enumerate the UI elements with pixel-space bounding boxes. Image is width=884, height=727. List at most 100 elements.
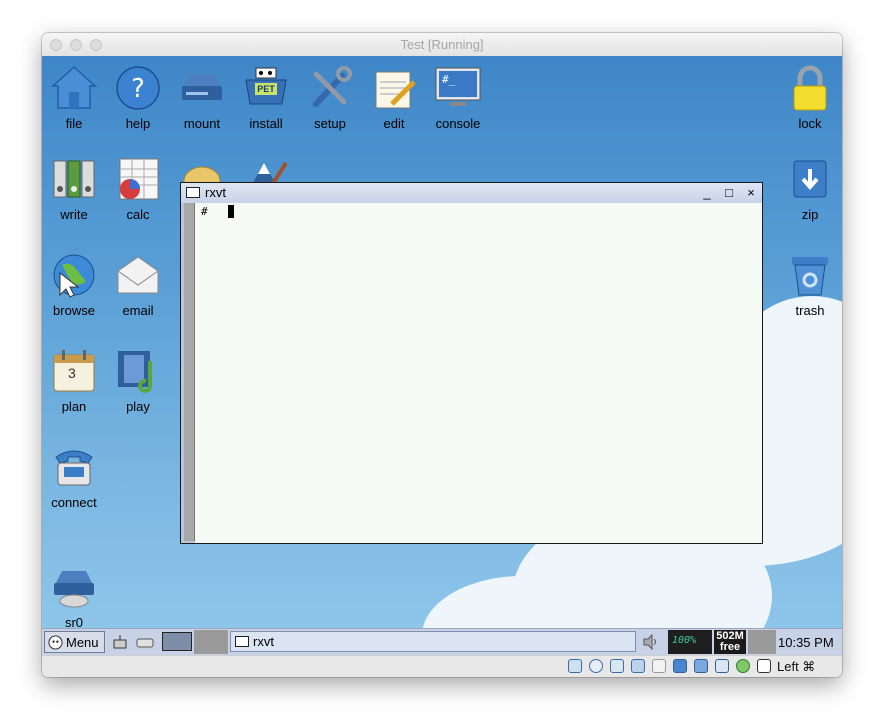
desktop-icon-help[interactable]: ? help — [106, 64, 170, 131]
envelope-icon — [114, 251, 162, 299]
desktop-icon-console[interactable]: #_ console — [426, 64, 490, 131]
desktop-icon-label: connect — [51, 495, 97, 510]
vm-status-bar: Left ⌘ — [42, 655, 842, 677]
desktop-icon-plan[interactable]: 3 plan — [42, 347, 106, 414]
desktop-icon-label: console — [435, 116, 481, 131]
rxvt-terminal-window[interactable]: rxvt _ □ × # — [180, 182, 763, 544]
cdrom-icon — [50, 563, 98, 611]
desktop-icon-label: setup — [314, 116, 346, 131]
desktop-icon-label: edit — [383, 116, 405, 131]
taskbar: Menu rxvt 100% 502M free 10:35 PM — [42, 628, 842, 656]
desktop-icon-label: play — [126, 399, 150, 414]
cpu-icon[interactable] — [715, 659, 729, 673]
menu-button[interactable]: Menu — [44, 631, 105, 653]
desktop-icon-play[interactable]: play — [106, 347, 170, 414]
terminal-icon — [235, 636, 249, 647]
desktop-icon-zip[interactable]: zip — [778, 155, 842, 222]
desktop-icon-email[interactable]: email — [106, 251, 170, 318]
desktop-icon-write[interactable]: write — [42, 155, 106, 222]
desktop-icon-label: sr0 — [64, 615, 84, 628]
desktop-icon-label: install — [249, 116, 283, 131]
terminal-titlebar[interactable]: rxvt _ □ × — [181, 183, 762, 203]
desktop-icon-label: browse — [53, 303, 95, 318]
network-icon[interactable] — [610, 659, 624, 673]
console-screen-text: #_ — [442, 73, 456, 86]
desktop-icon-edit[interactable]: edit — [362, 64, 426, 131]
desktop[interactable]: file ? help mount PET install setup edit… — [42, 56, 842, 628]
workspace-2[interactable] — [194, 630, 228, 654]
notepad-icon — [370, 64, 418, 112]
calendar-day: 3 — [68, 365, 76, 381]
desktop-icon-connect[interactable]: connect — [42, 443, 106, 510]
spreadsheet-icon — [114, 155, 162, 203]
desktop-icon-mount[interactable]: mount — [170, 64, 234, 131]
battery-indicator: 100% — [668, 630, 712, 654]
binders-icon — [50, 155, 98, 203]
globe-icon — [50, 251, 98, 299]
svg-text:?: ? — [131, 74, 145, 104]
desktop-icon-label: calc — [126, 207, 150, 222]
desktop-icon-label: file — [65, 116, 83, 131]
desktop-icon-trash[interactable]: trash — [778, 251, 842, 318]
desktop-icon-install[interactable]: PET install — [234, 64, 298, 131]
pet-badge: PET — [255, 83, 277, 95]
house-icon — [50, 64, 98, 112]
media-icon — [114, 347, 162, 395]
volume-icon[interactable] — [642, 633, 660, 651]
shared-folders-icon[interactable] — [652, 659, 666, 673]
tools-icon — [306, 64, 354, 112]
drive-icon — [178, 64, 226, 112]
desktop-icon-sr0[interactable]: sr0 — [42, 563, 106, 628]
taskbar-item-rxvt[interactable]: rxvt — [230, 631, 636, 652]
window-title: Test [Running] — [400, 37, 484, 52]
maximize-button[interactable]: □ — [720, 184, 738, 202]
desktop-icon-label: zip — [801, 207, 819, 222]
drive-tray-icon[interactable] — [136, 636, 154, 648]
monitor-icon: #_ — [434, 64, 482, 112]
virtualbox-window: Test [Running] file ? help mount PET ins… — [42, 33, 842, 677]
optical-drive-icon[interactable] — [589, 659, 603, 673]
desktop-icon-label: email — [122, 303, 154, 318]
host-key-label: Left ⌘ — [777, 659, 816, 674]
desktop-icon-setup[interactable]: setup — [298, 64, 362, 131]
clock: 10:35 PM — [778, 635, 834, 650]
taskbar-item-label: rxvt — [253, 634, 274, 649]
desktop-icon-label: plan — [61, 399, 87, 414]
desktop-icon-label: mount — [183, 116, 221, 131]
recycle-bin-icon — [786, 251, 834, 299]
minimize-button[interactable]: _ — [698, 184, 716, 202]
pet-box-icon: PET — [242, 64, 290, 112]
desktop-icon-browse[interactable]: browse — [42, 251, 106, 318]
window-titlebar[interactable]: Test [Running] — [42, 33, 842, 57]
terminal-output[interactable]: # — [195, 203, 762, 543]
desktop-icon-label: trash — [795, 303, 825, 318]
telephone-icon — [50, 443, 98, 491]
desktop-icon-file[interactable]: file — [42, 64, 106, 131]
text-cursor — [228, 205, 234, 218]
memory-label: free — [719, 641, 741, 653]
workspace-1[interactable] — [162, 632, 192, 651]
archive-icon — [786, 155, 834, 203]
puppy-icon — [48, 635, 63, 650]
menu-label: Menu — [66, 635, 99, 650]
terminal-title: rxvt — [205, 185, 226, 200]
shell-prompt: # — [201, 205, 208, 218]
guest-additions-icon[interactable] — [736, 659, 750, 673]
hard-disk-icon[interactable] — [568, 659, 582, 673]
desktop-icon-label: help — [125, 116, 151, 131]
desktop-icon-calc[interactable]: calc — [106, 155, 170, 222]
display-icon[interactable] — [673, 659, 687, 673]
video-capture-icon[interactable] — [694, 659, 708, 673]
desktop-icon-lock[interactable]: lock — [778, 64, 842, 131]
usb-icon[interactable] — [631, 659, 645, 673]
tray-spacer — [748, 630, 776, 654]
terminal-icon — [186, 187, 200, 198]
keyboard-capture-icon[interactable] — [757, 659, 771, 673]
desktop-icon-label: lock — [798, 116, 822, 131]
terminal-scrollbar[interactable] — [184, 203, 195, 541]
calendar-icon: 3 — [50, 347, 98, 395]
padlock-icon — [786, 64, 834, 112]
desktop-icon-label: write — [60, 207, 88, 222]
network-wizard-icon[interactable] — [112, 634, 128, 650]
close-button[interactable]: × — [742, 184, 760, 202]
